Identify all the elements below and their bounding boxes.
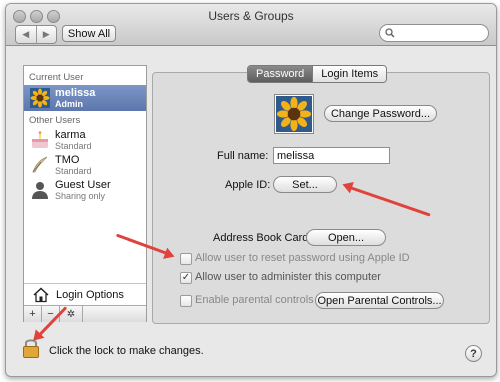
user-name: melissa bbox=[55, 87, 96, 99]
user-item-guest[interactable]: Guest User Sharing only bbox=[24, 177, 146, 203]
address-book-card-label: Address Book Card: bbox=[213, 232, 312, 244]
forward-arrow-icon[interactable]: ▶ bbox=[35, 26, 57, 43]
title-bar: Users & Groups ◀ ▶ Show All bbox=[6, 4, 496, 46]
tab-login-items[interactable]: Login Items bbox=[312, 66, 387, 82]
sunflower-avatar-icon bbox=[30, 88, 50, 108]
user-item-tmo[interactable]: TMO Standard bbox=[24, 152, 146, 178]
user-role: Admin bbox=[55, 99, 83, 109]
cake-avatar-icon bbox=[32, 131, 48, 148]
user-role: Sharing only bbox=[55, 191, 106, 201]
back-arrow-icon[interactable]: ◀ bbox=[16, 26, 36, 43]
user-item-karma[interactable]: karma Standard bbox=[24, 127, 146, 153]
users-groups-window: Users & Groups ◀ ▶ Show All Current User bbox=[5, 3, 497, 377]
show-all-button[interactable]: Show All bbox=[62, 25, 116, 42]
parental-controls-label: Enable parental controls bbox=[195, 294, 314, 306]
user-item-melissa[interactable]: melissa Admin bbox=[24, 85, 146, 111]
full-name-label: Full name: bbox=[217, 150, 269, 162]
sidebar-bottom-bar: + − ✲ bbox=[24, 305, 146, 322]
tab-password[interactable]: Password bbox=[248, 66, 313, 82]
parental-controls-checkbox[interactable] bbox=[180, 295, 192, 307]
reset-password-checkbox[interactable] bbox=[180, 253, 192, 265]
user-name: TMO bbox=[55, 154, 80, 166]
nav-buttons: ◀ ▶ bbox=[15, 25, 57, 44]
tab-bar: Password Login Items bbox=[247, 65, 388, 83]
password-pane bbox=[152, 72, 490, 324]
address-book-open-button[interactable]: Open... bbox=[306, 229, 386, 246]
change-password-button[interactable]: Change Password... bbox=[324, 105, 437, 122]
open-parental-controls-button[interactable]: Open Parental Controls... bbox=[315, 292, 444, 309]
current-user-heading: Current User bbox=[29, 72, 84, 83]
search-input[interactable] bbox=[397, 26, 483, 40]
help-button[interactable]: ? bbox=[465, 345, 482, 362]
window-title: Users & Groups bbox=[208, 9, 294, 23]
apple-id-set-button[interactable]: Set... bbox=[273, 176, 337, 193]
apple-id-label: Apple ID: bbox=[225, 179, 271, 191]
sunflower-picture-icon bbox=[276, 96, 312, 132]
user-role: Standard bbox=[55, 166, 92, 176]
lock-message: Click the lock to make changes. bbox=[49, 345, 204, 357]
search-icon bbox=[385, 28, 395, 38]
login-options-label: Login Options bbox=[56, 289, 124, 301]
user-list-sidebar: Current User melissa Admin Other Users k… bbox=[23, 65, 147, 322]
search-field[interactable] bbox=[379, 24, 489, 42]
user-name: Guest User bbox=[55, 179, 111, 191]
full-name-field[interactable]: melissa bbox=[273, 147, 390, 164]
add-user-button[interactable]: + bbox=[24, 306, 42, 322]
user-picture[interactable] bbox=[274, 94, 314, 134]
person-silhouette-icon bbox=[32, 182, 48, 199]
reset-password-label: Allow user to reset password using Apple… bbox=[195, 252, 410, 264]
administer-computer-label: Allow user to administer this computer bbox=[195, 271, 381, 283]
other-users-heading: Other Users bbox=[29, 115, 81, 126]
user-name: karma bbox=[55, 129, 86, 141]
house-icon bbox=[33, 287, 49, 303]
login-options-item[interactable]: Login Options bbox=[24, 283, 146, 306]
user-role: Standard bbox=[55, 141, 92, 151]
quill-avatar-icon bbox=[32, 156, 48, 173]
administer-computer-checkbox[interactable]: ✓ bbox=[180, 272, 192, 284]
